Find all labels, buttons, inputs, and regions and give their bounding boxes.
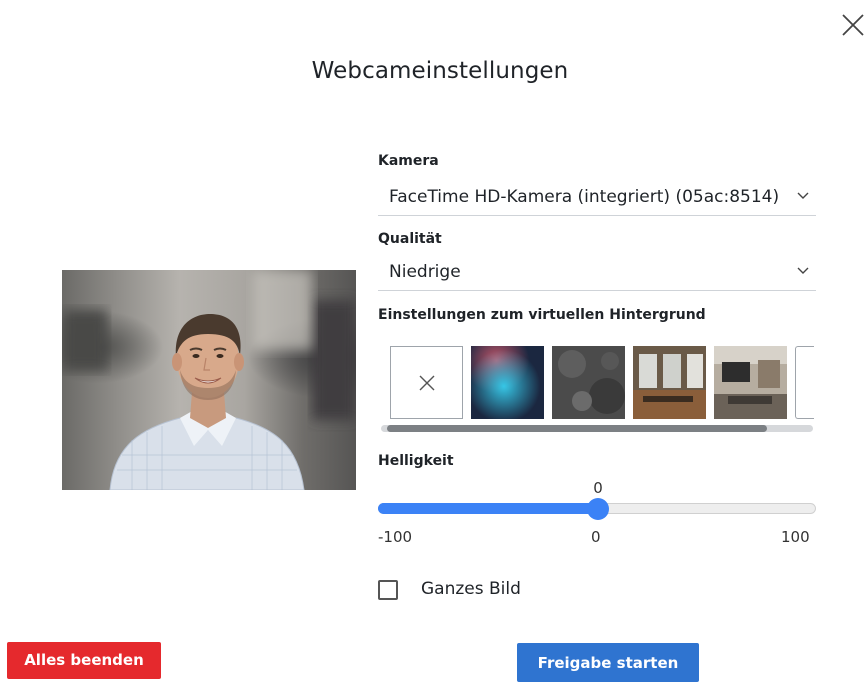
slider-fill <box>378 503 597 514</box>
brightness-slider[interactable] <box>378 498 818 520</box>
background-label: Einstellungen zum virtuellen Hintergrund <box>378 307 706 323</box>
brightness-min-label: -100 <box>378 528 413 546</box>
brightness-mid-label: 0 <box>591 528 601 546</box>
office-image <box>714 346 787 419</box>
background-picker <box>390 346 814 420</box>
scrollbar-thumb[interactable] <box>387 425 767 432</box>
office-image <box>633 346 706 419</box>
background-tile-office-1[interactable] <box>633 346 706 419</box>
camera-select[interactable]: FaceTime HD-Kamera (integriert) (05ac:85… <box>378 181 816 216</box>
background-tile-more[interactable] <box>795 346 814 419</box>
texture-image <box>552 346 625 419</box>
person-image <box>62 270 356 490</box>
camera-select-value: FaceTime HD-Kamera (integriert) (05ac:85… <box>389 187 780 207</box>
start-share-button[interactable]: Freigabe starten <box>517 643 699 682</box>
background-scrollbar[interactable] <box>381 425 813 432</box>
full-image-label: Ganzes Bild <box>421 579 521 599</box>
background-tile-bokeh[interactable] <box>471 346 544 419</box>
full-image-checkbox[interactable] <box>378 580 398 600</box>
quality-label: Qualität <box>378 231 442 247</box>
close-icon <box>419 375 435 391</box>
bokeh-image <box>471 346 544 419</box>
quality-select-value: Niedrige <box>389 262 461 282</box>
brightness-value: 0 <box>593 479 603 497</box>
slider-thumb[interactable] <box>587 498 609 520</box>
camera-label: Kamera <box>378 153 439 169</box>
background-tile-texture[interactable] <box>552 346 625 419</box>
background-none-tile[interactable] <box>390 346 463 419</box>
brightness-max-label: 100 <box>781 528 810 546</box>
brightness-label: Helligkeit <box>378 453 454 469</box>
end-all-button[interactable]: Alles beenden <box>7 642 161 679</box>
background-tile-office-2[interactable] <box>714 346 787 419</box>
quality-select[interactable]: Niedrige <box>378 256 816 291</box>
close-icon <box>842 14 864 36</box>
dialog-title: Webcameinstellungen <box>311 58 569 84</box>
chevron-down-icon <box>797 192 809 199</box>
close-button[interactable] <box>840 12 865 38</box>
webcam-preview <box>62 270 356 490</box>
chevron-down-icon <box>797 267 809 274</box>
